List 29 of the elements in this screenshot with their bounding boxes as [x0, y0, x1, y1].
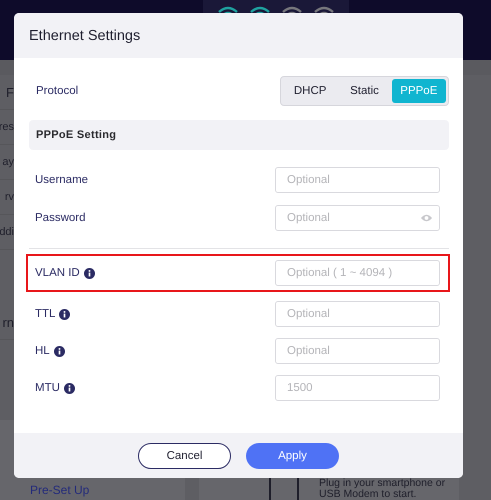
- input-field[interactable]: 1500: [275, 375, 440, 401]
- input-field[interactable]: Optional: [275, 338, 440, 364]
- input-field[interactable]: Optional: [275, 301, 440, 327]
- dialog-title: Ethernet Settings: [29, 28, 140, 44]
- info-icon[interactable]: [54, 346, 65, 356]
- cancel-button[interactable]: Cancel: [138, 442, 231, 468]
- info-icon[interactable]: [64, 382, 75, 394]
- info-icon[interactable]: [59, 308, 70, 320]
- info-icon[interactable]: [84, 268, 95, 278]
- background-text: F: [6, 84, 14, 100]
- background-text: rn: [2, 314, 14, 330]
- background-text: rv: [4, 191, 14, 203]
- field-label: Password: [35, 212, 86, 224]
- field-label: HL: [35, 345, 50, 357]
- protocol-option[interactable]: DHCP: [283, 79, 338, 103]
- background-text: ay: [2, 156, 14, 168]
- field-label: TTL: [35, 308, 56, 320]
- input-field[interactable]: Optional ( 1 ~ 4094 ): [275, 260, 440, 286]
- protocol-option[interactable]: Static: [337, 79, 392, 103]
- field-label: VLAN ID: [35, 267, 80, 279]
- input-field[interactable]: Optional: [275, 205, 440, 231]
- section-header: PPPoE Setting: [29, 120, 449, 150]
- hint-text: Plug in your smartphone or USB Modem to start.: [319, 478, 446, 500]
- apply-button[interactable]: Apply: [246, 442, 339, 468]
- field-label: Protocol: [36, 85, 78, 97]
- background-text: ddi: [0, 226, 14, 238]
- input-field[interactable]: Optional: [275, 167, 440, 193]
- field-label: Username: [35, 174, 88, 186]
- field-label: MTU: [35, 382, 60, 394]
